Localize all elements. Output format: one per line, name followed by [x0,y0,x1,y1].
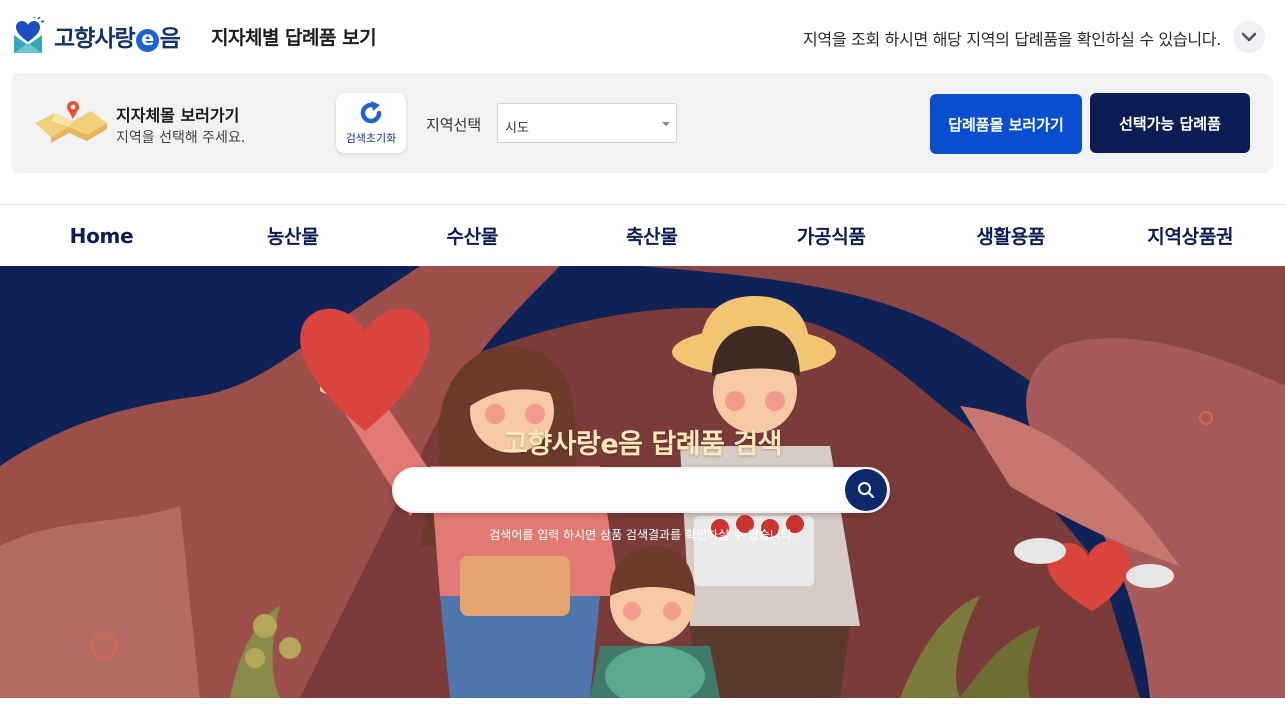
expand-toggle-button[interactable] [1233,21,1265,53]
search-input[interactable] [412,479,832,503]
hero-title: 고향사랑e음 답례품 검색 [502,429,783,460]
available-gifts-button[interactable]: 선택가능 답례품 [1090,93,1250,153]
nav-item-livestock[interactable]: 축산물 [562,205,742,266]
map-pin-icon [33,99,109,155]
category-nav: Home 농산물 수산물 축산물 가공식품 생활용품 지역상품권 [0,204,1285,266]
search-box [392,467,890,513]
panel-title: 지자체몰 보러가기 [116,106,240,125]
reset-label: 검색초기화 [345,132,397,145]
search-reset-button[interactable]: 검색초기화 [336,93,406,153]
search-hint: 검색어를 입력 하시면 상품 검색결과를 확인하실 수 있습니다. [489,528,796,542]
gift-mall-button[interactable]: 답례품몰 보러가기 [930,94,1082,154]
chevron-down-icon [1241,32,1257,42]
nav-item-processed-food[interactable]: 가공식품 [742,205,922,266]
bottom-spacer [0,698,1285,715]
hero-banner: 고향사랑e음 답례품 검색 검색어를 입력 하시면 상품 검색결과를 확인하실 … [0,266,1285,698]
page-title: 지자체별 답례품 보기 [211,27,377,49]
region-select-label: 지역선택 [426,116,482,134]
refresh-icon [360,101,382,124]
nav-item-household[interactable]: 생활용품 [921,205,1101,266]
region-select[interactable]: 시도 [497,103,677,143]
nav-item-seafood[interactable]: 수산물 [383,205,563,266]
search-icon [858,482,874,498]
search-button[interactable] [845,469,887,511]
heart-envelope-icon [10,15,46,55]
panel-subtitle: 지역을 선택해 주세요. [116,130,246,146]
nav-item-home[interactable]: Home [0,205,203,266]
caret-down-icon [662,122,670,126]
region-panel: 지자체몰 보러가기 지역을 선택해 주세요. 검색초기화 지역선택 시도 답례품… [11,73,1273,173]
top-header: 고향사랑 e 음 지자체별 답례품 보기 지역을 조회 하시면 해당 지역의 답례품… [0,0,1285,72]
logo[interactable]: 고향사랑 e 음 [10,15,181,56]
region-select-value: 시도 [505,121,529,136]
nav-item-local-voucher[interactable]: 지역상품권 [1101,205,1281,266]
logo-text: 고향사랑 e 음 [54,26,181,52]
nav-item-agricultural[interactable]: 농산물 [203,205,383,266]
info-text: 지역을 조회 하시면 해당 지역의 답례품을 확인하실 수 있습니다. [803,30,1221,49]
